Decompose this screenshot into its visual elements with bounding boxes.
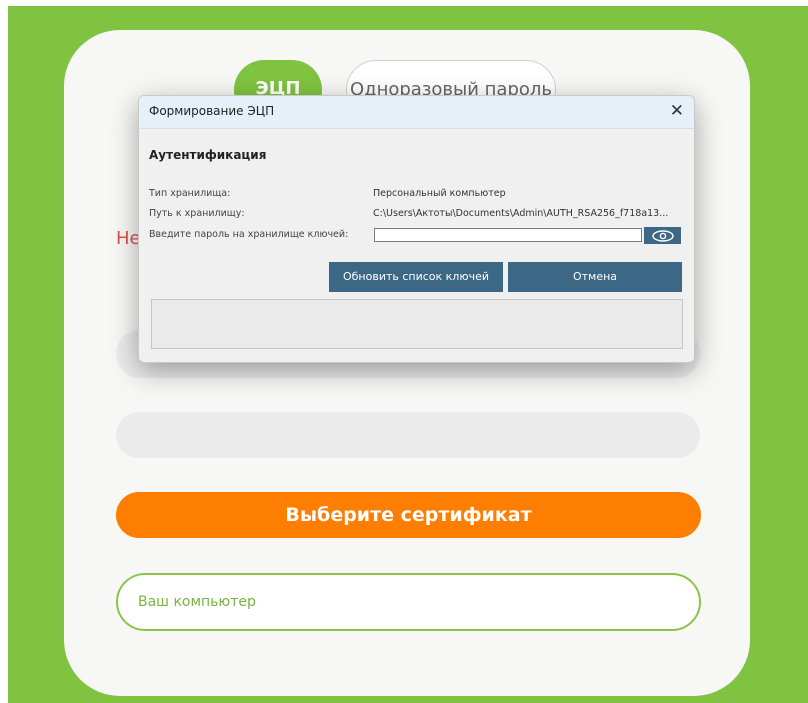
storage-type-value: Персональный компьютер <box>373 188 506 199</box>
cancel-button[interactable]: Отмена <box>508 262 682 292</box>
storage-path-value: C:\Users\Актоты\Documents\Admin\AUTH_RSA… <box>373 208 669 219</box>
ecp-dialog: Формирование ЭЦП ✕ Аутентификация Тип хр… <box>138 95 695 363</box>
refresh-keys-button[interactable]: Обновить список ключей <box>329 262 503 292</box>
password-input[interactable] <box>374 228 642 242</box>
eye-icon <box>651 229 674 242</box>
storage-path-label: Путь к хранилищу: <box>149 208 245 219</box>
your-computer-button[interactable]: Ваш компьютер <box>116 573 701 631</box>
gray-field-2 <box>116 412 700 458</box>
message-panel <box>151 299 683 349</box>
select-certificate-button[interactable]: Выберите сертификат <box>116 492 701 538</box>
error-text: Не <box>116 228 141 249</box>
password-label: Введите пароль на хранилище ключей: <box>149 229 349 240</box>
dialog-title: Формирование ЭЦП <box>149 104 275 118</box>
close-icon[interactable]: ✕ <box>670 101 684 121</box>
storage-type-label: Тип хранилища: <box>149 188 231 199</box>
dialog-titlebar: Формирование ЭЦП ✕ <box>139 96 694 129</box>
show-password-button[interactable] <box>644 227 681 244</box>
section-heading: Аутентификация <box>149 148 267 162</box>
